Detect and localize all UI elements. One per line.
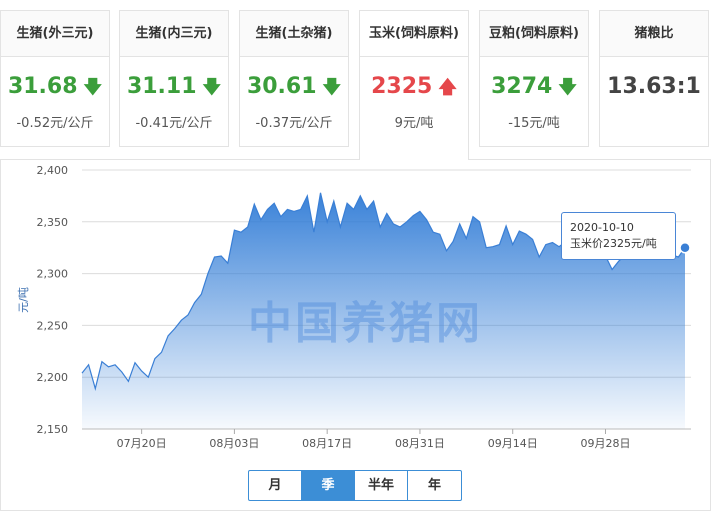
card-price: 13.63:1 [607,74,701,99]
card-title: 生猪(土杂猪) [240,11,348,57]
tab-quarter[interactable]: 季 [302,471,355,500]
card-price: 31.11 [126,74,197,99]
card-pig-local[interactable]: 生猪(土杂猪) 30.61 🡇 -0.37元/公斤 [239,10,349,147]
card-title: 生猪(外三元) [1,11,109,57]
card-pig-inner[interactable]: 生猪(内三元) 31.11 🡇 -0.41元/公斤 [119,10,229,147]
card-price: 31.68 [7,74,78,99]
x-tick-label: 08月17日 [302,437,352,450]
tooltip-text: 玉米价2325元/吨 [570,237,657,250]
x-tick-label: 07月20日 [117,437,167,450]
card-price: 30.61 [246,74,317,99]
card-price: 3274 [491,74,553,99]
card-title: 生猪(内三元) [120,11,228,57]
arrow-down-icon: 🡇 [558,77,577,98]
tooltip-date: 2020-10-10 [570,221,634,234]
card-price-row: 2325 🡅 [360,74,468,105]
highlight-point [679,241,691,254]
y-axis-label: 元/吨 [17,287,30,313]
tab-month[interactable]: 月 [249,471,302,500]
card-price-row: 31.68 🡇 [1,74,109,105]
tab-half-year[interactable]: 半年 [355,471,408,500]
card-price: 2325 [371,74,433,99]
card-change: -0.37元/公斤 [255,116,333,131]
card-pig-outer[interactable]: 生猪(外三元) 31.68 🡇 -0.52元/公斤 [0,10,110,147]
arrow-up-icon: 🡅 [438,77,457,98]
x-tick-label: 08月31日 [395,437,445,450]
card-title: 豆粕(饲料原料) [480,11,588,57]
card-pig-grain-ratio[interactable]: 猪粮比 13.63:1 [599,10,709,147]
y-tick-label: 2,250 [37,319,69,332]
card-change: -0.52元/公斤 [16,116,94,131]
card-title: 猪粮比 [600,11,708,57]
card-price-row: 31.11 🡇 [120,74,228,105]
x-tick-label: 08月03日 [209,437,259,450]
card-corn[interactable]: 玉米(饲料原料) 2325 🡅 9元/吨 [359,10,469,160]
card-soymeal[interactable]: 豆粕(饲料原料) 3274 🡇 -15元/吨 [479,10,589,147]
card-price-row: 13.63:1 [600,74,708,99]
tab-year[interactable]: 年 [408,471,461,500]
range-tabs: 月 季 半年 年 [248,470,462,501]
y-tick-label: 2,350 [37,216,69,229]
arrow-down-icon: 🡇 [322,77,342,98]
y-tick-label: 2,200 [37,371,69,384]
x-tick-label: 09月28日 [580,437,630,450]
chart-tooltip: 2020-10-10 玉米价2325元/吨 [561,212,676,260]
card-price-row: 30.61 🡇 [240,74,348,105]
y-tick-label: 2,150 [37,423,69,436]
card-change: -15元/吨 [508,116,560,131]
arrow-down-icon: 🡇 [202,77,222,98]
card-price-row: 3274 🡇 [480,74,588,105]
x-tick-label: 09月14日 [488,437,538,450]
card-change: -0.41元/公斤 [135,116,213,131]
arrow-down-icon: 🡇 [83,77,103,98]
y-tick-label: 2,300 [37,268,69,281]
y-tick-label: 2,400 [37,164,69,177]
card-change: 9元/吨 [394,116,434,131]
card-title: 玉米(饲料原料) [360,11,468,57]
